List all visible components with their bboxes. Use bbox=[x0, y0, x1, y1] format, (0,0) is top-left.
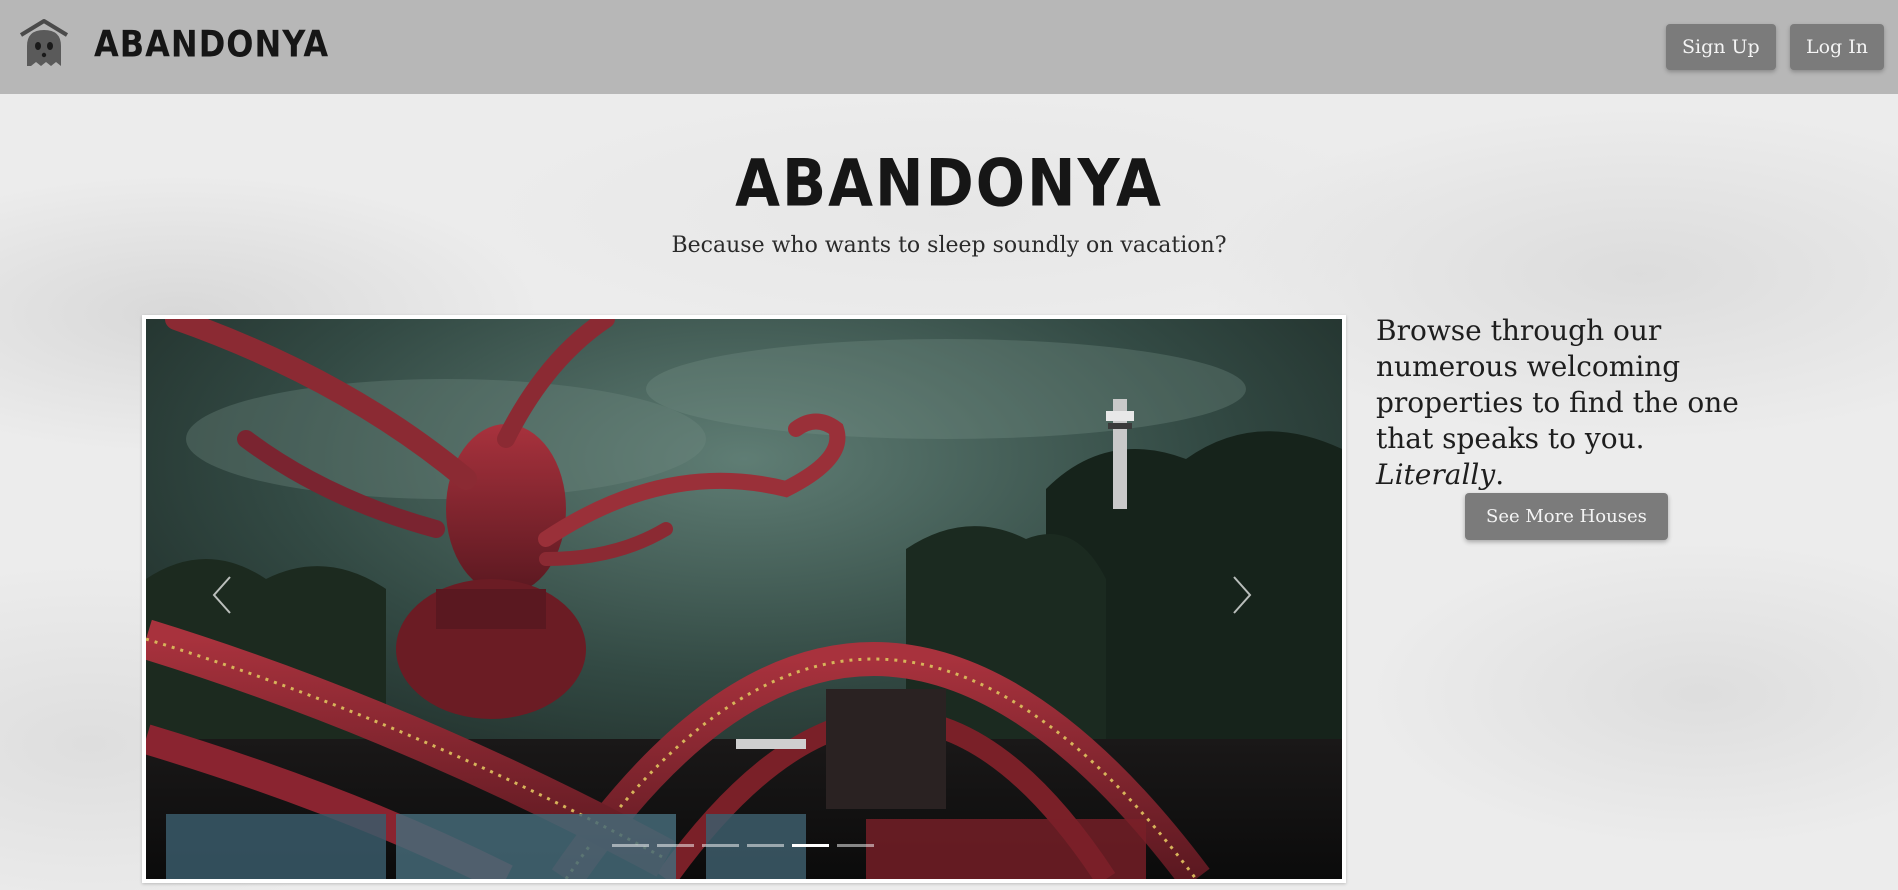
sign-up-button[interactable]: Sign Up bbox=[1666, 24, 1776, 70]
chevron-left-icon[interactable] bbox=[202, 565, 242, 625]
nav-brand[interactable]: ABANDONYA bbox=[94, 19, 329, 70]
carousel-indicator[interactable] bbox=[612, 844, 649, 847]
browse-text: Browse through our numerous welcoming pr… bbox=[1376, 314, 1739, 455]
navbar: ABANDONYA Sign Up Log In bbox=[0, 0, 1898, 94]
ghost-house-icon[interactable] bbox=[19, 18, 69, 70]
carousel-indicators bbox=[612, 844, 874, 847]
carousel-indicator-active[interactable] bbox=[792, 844, 829, 847]
image-carousel bbox=[142, 315, 1346, 883]
carousel-indicator[interactable] bbox=[702, 844, 739, 847]
carousel-slide-image bbox=[146, 319, 1342, 879]
hero-title: ABANDONYA bbox=[735, 144, 1163, 222]
chevron-right-icon[interactable] bbox=[1222, 565, 1262, 625]
literally-emphasis: Literally bbox=[1376, 458, 1496, 491]
carousel-indicator[interactable] bbox=[747, 844, 784, 847]
browse-description: Browse through our numerous welcoming pr… bbox=[1376, 313, 1776, 493]
see-more-houses-button[interactable]: See More Houses bbox=[1465, 493, 1668, 540]
hero-tagline: Because who wants to sleep soundly on va… bbox=[671, 233, 1227, 258]
carousel-indicator[interactable] bbox=[657, 844, 694, 847]
log-in-button[interactable]: Log In bbox=[1790, 24, 1885, 70]
carousel-indicator[interactable] bbox=[837, 844, 874, 847]
emphasis-suffix: . bbox=[1495, 458, 1505, 491]
